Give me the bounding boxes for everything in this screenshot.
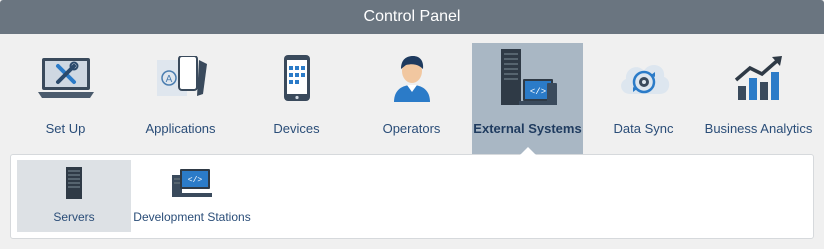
data-sync-icon: [616, 43, 672, 113]
page-title: Control Panel: [363, 8, 461, 25]
business-analytics-icon: [734, 43, 784, 113]
mobile-device-icon: [282, 43, 312, 113]
tile-data-sync[interactable]: Data Sync: [588, 43, 699, 154]
main-nav: Set Up A Applications Devices Operators …: [0, 34, 824, 156]
external-systems-icon: </>: [497, 43, 559, 113]
sub-menu-panel: Servers </> Development Stations: [10, 154, 814, 239]
svg-text:</>: </>: [188, 176, 203, 185]
tile-devices[interactable]: Devices: [241, 43, 352, 154]
laptop-tools-icon: [36, 43, 96, 113]
server-icon: [64, 160, 84, 206]
applications-icon: A: [151, 43, 211, 113]
subtile-label: Servers: [53, 210, 95, 224]
tile-label: Set Up: [45, 120, 86, 136]
tile-label: Devices: [273, 120, 320, 136]
subtile-servers[interactable]: Servers: [17, 160, 131, 232]
tile-label: Data Sync: [613, 120, 674, 136]
tile-operators[interactable]: Operators: [356, 43, 467, 154]
development-station-icon: </>: [172, 160, 212, 206]
tile-set-up[interactable]: Set Up: [10, 43, 121, 154]
tile-label: Operators: [382, 120, 441, 136]
svg-text:</>: </>: [529, 87, 545, 97]
subtile-label: Development Stations: [133, 210, 251, 224]
svg-text:A: A: [165, 74, 172, 85]
tile-label: Applications: [145, 120, 216, 136]
tile-label: External Systems: [473, 120, 582, 136]
subtile-development-stations[interactable]: </> Development Stations: [133, 160, 251, 232]
window-titlebar: Control Panel: [0, 0, 824, 34]
tile-label: Business Analytics: [704, 120, 813, 136]
active-tile-pointer: [519, 147, 537, 156]
operator-user-icon: [392, 43, 432, 113]
tile-business-analytics[interactable]: Business Analytics: [703, 43, 814, 154]
tile-applications[interactable]: A Applications: [125, 43, 236, 154]
tile-external-systems[interactable]: </> External Systems: [472, 43, 583, 154]
